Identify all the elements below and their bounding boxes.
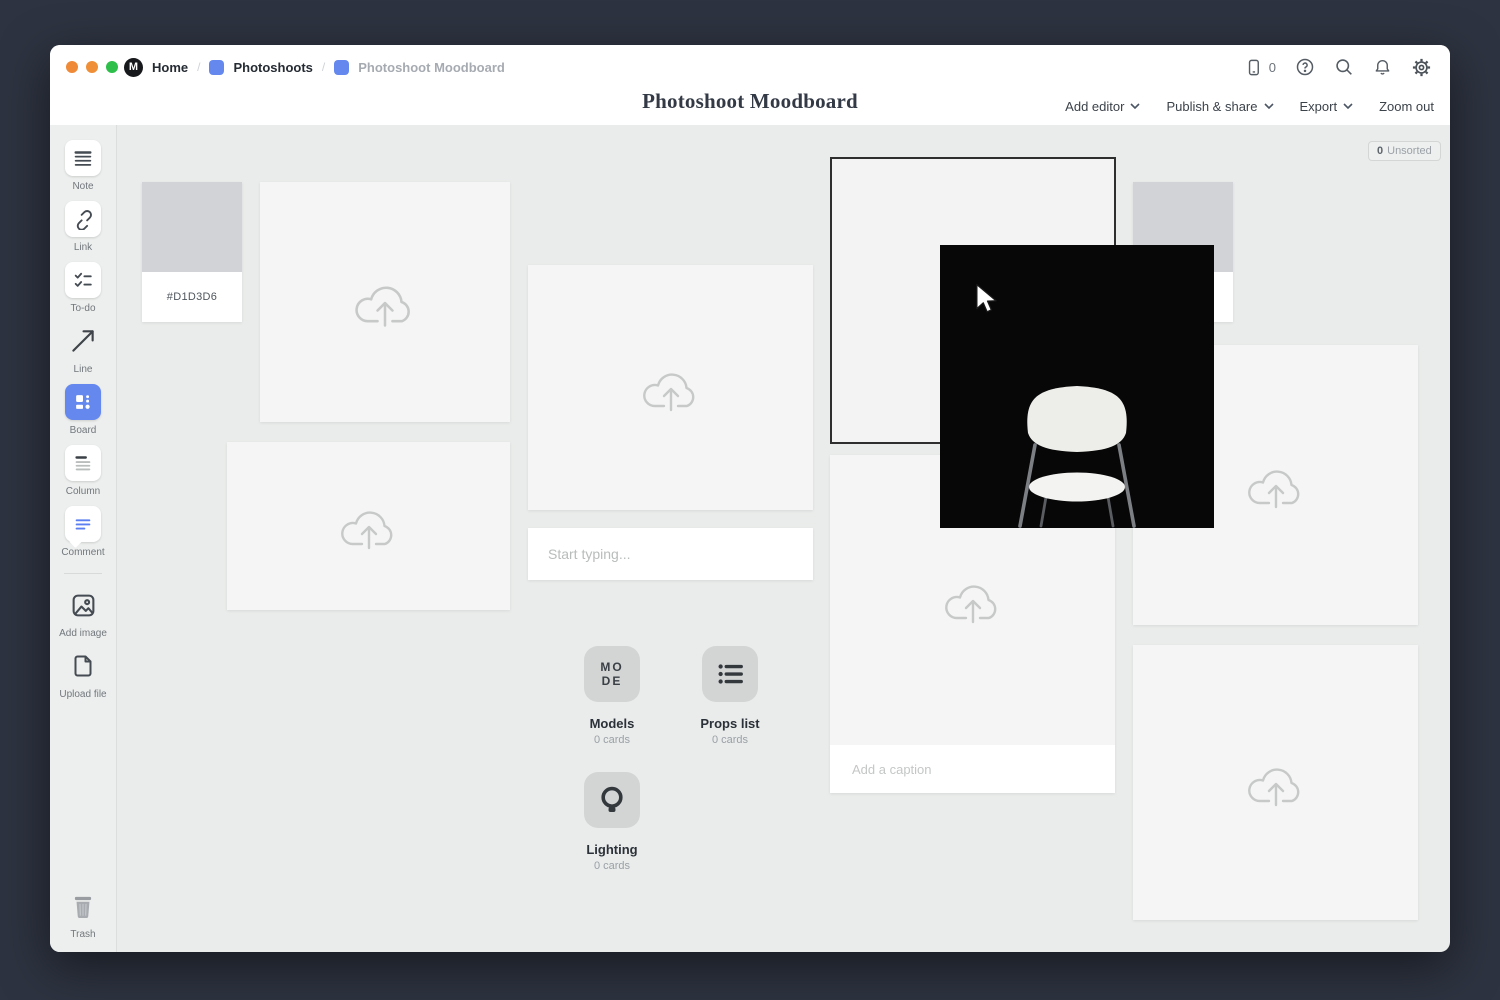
window-controls: [66, 61, 118, 73]
board-chip-icon: [334, 60, 349, 75]
tool-board[interactable]: Board: [65, 384, 101, 436]
unsorted-count: 0: [1377, 145, 1383, 157]
upload-placeholder-card[interactable]: [227, 442, 510, 610]
app-logo-icon[interactable]: M: [124, 58, 143, 77]
page-title: Photoshoot Moodboard: [642, 89, 858, 114]
device-preview-icon[interactable]: [1244, 58, 1263, 77]
minimize-window-button[interactable]: [86, 61, 98, 73]
maximize-window-button[interactable]: [106, 61, 118, 73]
tool-label: Note: [72, 181, 93, 192]
todo-checklist-icon: [65, 262, 101, 298]
breadcrumb: M Home / Photoshoots / Photoshoot Moodbo…: [124, 45, 505, 89]
cloud-upload-icon: [352, 275, 418, 329]
cursor-icon: [974, 283, 1000, 315]
board-count: 0 cards: [594, 734, 630, 746]
tool-label: Add image: [59, 628, 107, 639]
toolbar: Add editor Publish & share Export Zoom o…: [1065, 89, 1434, 123]
comment-bubble-icon: [65, 506, 101, 542]
breadcrumb-separator: /: [322, 60, 325, 74]
cloud-upload-icon: [942, 575, 1004, 625]
search-icon[interactable]: [1334, 57, 1354, 77]
link-icon: [65, 201, 101, 237]
board-name: Lighting: [586, 842, 637, 857]
tool-label: Column: [66, 486, 100, 497]
tool-todo[interactable]: To-do: [65, 262, 101, 314]
header: M Home / Photoshoots / Photoshoot Moodbo…: [50, 45, 1450, 125]
unsorted-badge[interactable]: 0 Unsorted: [1368, 141, 1441, 161]
add-editor-button[interactable]: Add editor: [1065, 99, 1140, 114]
tool-label: Upload file: [59, 689, 106, 700]
line-arrow-icon: [65, 323, 101, 359]
breadcrumb-separator: /: [197, 60, 200, 74]
header-icon-group: 0: [1244, 45, 1432, 89]
trash-icon: [65, 888, 101, 924]
board-name: Props list: [700, 716, 759, 731]
upload-placeholder-card[interactable]: [528, 265, 813, 510]
help-icon[interactable]: [1295, 57, 1315, 77]
text-note-card: [528, 528, 813, 580]
cloud-upload-icon: [1245, 758, 1307, 808]
unsorted-label: Unsorted: [1387, 145, 1432, 157]
tool-add-image[interactable]: Add image: [59, 587, 107, 639]
board-name: Models: [590, 716, 635, 731]
zoom-out-button[interactable]: Zoom out: [1379, 99, 1434, 114]
board-icon: [65, 384, 101, 420]
close-window-button[interactable]: [66, 61, 78, 73]
chevron-down-icon: [1130, 103, 1140, 109]
breadcrumb-current: Photoshoot Moodboard: [358, 60, 505, 75]
tool-label: To-do: [70, 303, 95, 314]
board-count: 0 cards: [712, 734, 748, 746]
tool-label: Comment: [61, 547, 104, 558]
cloud-upload-icon: [1245, 460, 1307, 510]
tool-sidebar: Note Link To-do Line Board: [50, 125, 117, 952]
color-swatch: [142, 182, 242, 272]
cloud-upload-icon: [640, 363, 702, 413]
tool-label: Trash: [70, 929, 95, 940]
export-button[interactable]: Export: [1300, 99, 1354, 114]
upload-placeholder-card[interactable]: [260, 182, 510, 422]
tool-link[interactable]: Link: [65, 201, 101, 253]
chevron-down-icon: [1343, 103, 1353, 109]
subboard-props-list[interactable]: Props list 0 cards: [675, 646, 785, 746]
lightbulb-icon: [584, 772, 640, 828]
subboard-lighting[interactable]: Lighting 0 cards: [557, 772, 667, 872]
tool-label: Line: [74, 364, 93, 375]
notifications-bell-icon[interactable]: [1373, 57, 1392, 77]
subboard-models[interactable]: MO DE Models 0 cards: [557, 646, 667, 746]
caption-input[interactable]: [830, 745, 1115, 793]
tool-note[interactable]: Note: [65, 140, 101, 192]
models-board-icon: MO DE: [584, 646, 640, 702]
tool-comment[interactable]: Comment: [61, 506, 104, 558]
breadcrumb-photoshoots[interactable]: Photoshoots: [233, 60, 312, 75]
tool-label: Link: [74, 242, 92, 253]
add-image-icon: [65, 587, 101, 623]
tool-upload-file[interactable]: Upload file: [59, 648, 106, 700]
color-hex-label: #D1D3D6: [142, 272, 242, 322]
upload-file-icon: [65, 648, 101, 684]
props-list-icon: [702, 646, 758, 702]
settings-gear-icon[interactable]: [1411, 57, 1432, 78]
chevron-down-icon: [1264, 103, 1274, 109]
tool-column[interactable]: Column: [65, 445, 101, 497]
trash[interactable]: Trash: [65, 888, 101, 940]
tool-label: Board: [70, 425, 97, 436]
upload-placeholder-card[interactable]: [1133, 645, 1418, 920]
app-window: M Home / Photoshoots / Photoshoot Moodbo…: [50, 45, 1450, 952]
note-icon: [65, 140, 101, 176]
caption-strip: [830, 745, 1115, 793]
column-icon: [65, 445, 101, 481]
chair-image[interactable]: [940, 245, 1214, 528]
tool-line[interactable]: Line: [65, 323, 101, 375]
text-note-input[interactable]: [528, 528, 813, 580]
cloud-upload-icon: [338, 501, 400, 551]
device-count: 0: [1269, 60, 1276, 75]
board-canvas[interactable]: 0 Unsorted #D1D3D6: [117, 125, 1450, 952]
board-chip-icon: [209, 60, 224, 75]
board-count: 0 cards: [594, 860, 630, 872]
sidebar-divider: [64, 573, 102, 574]
publish-share-button[interactable]: Publish & share: [1166, 99, 1273, 114]
breadcrumb-home[interactable]: Home: [152, 60, 188, 75]
color-swatch-card[interactable]: #D1D3D6: [142, 182, 242, 322]
